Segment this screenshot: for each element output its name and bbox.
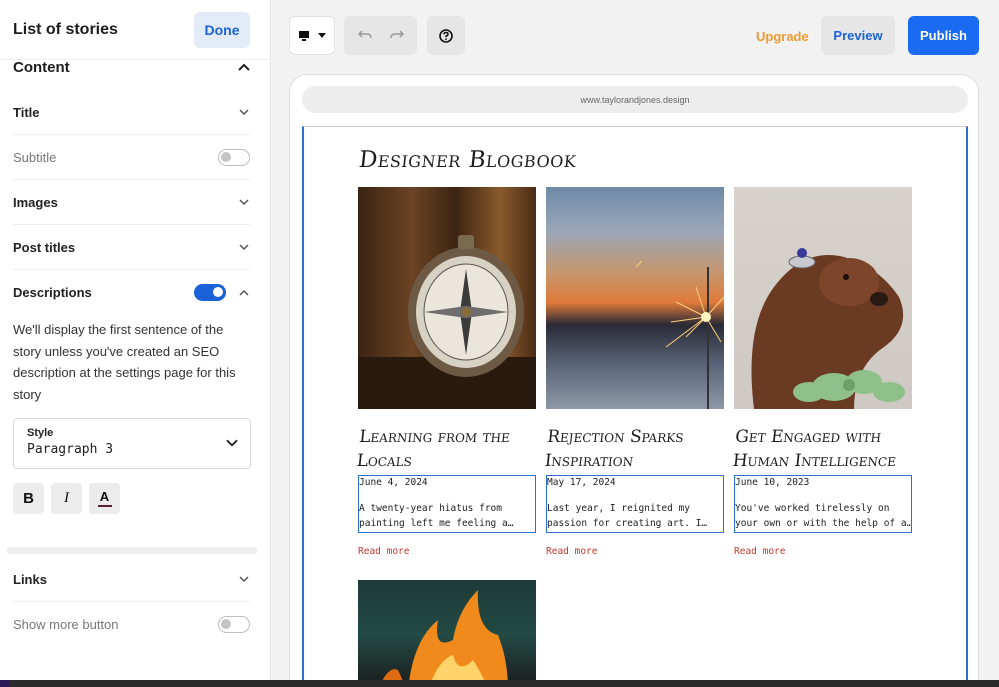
- title-row[interactable]: Title: [13, 90, 250, 135]
- post-title-line: Rejection Sparks: [546, 427, 685, 447]
- post-title-line: Locals: [355, 451, 413, 471]
- post-excerpt-line: Last year, I reignited my: [547, 503, 690, 514]
- italic-button[interactable]: I: [51, 483, 82, 514]
- caret-down-icon: [318, 32, 326, 38]
- subtitle-row-label: Subtitle: [13, 149, 57, 165]
- content-section-label: Content: [13, 58, 70, 76]
- story-card[interactable]: Get Engaged with Human Intelligence June…: [731, 187, 914, 557]
- fire-photo[interactable]: [358, 580, 536, 686]
- undo-icon[interactable]: [357, 27, 372, 45]
- post-title-line: Get Engaged with: [734, 427, 883, 447]
- text-color-swatch: [97, 504, 112, 507]
- links-row-label: Links: [13, 571, 47, 587]
- post-description[interactable]: May 17, 2024 Last year, I reignited my p…: [546, 475, 724, 533]
- subtitle-row: Subtitle: [13, 135, 250, 180]
- url-bar: www.taylorandjones.design: [302, 86, 968, 113]
- images-row-label: Images: [13, 194, 58, 210]
- story-card[interactable]: [358, 580, 536, 686]
- show-more-row: Show more button: [13, 602, 250, 647]
- publish-button[interactable]: Publish: [908, 16, 979, 55]
- chevron-down-icon: [226, 437, 238, 449]
- images-row[interactable]: Images: [13, 180, 250, 225]
- read-more-link[interactable]: Read more: [358, 546, 536, 557]
- section-divider: [7, 547, 257, 554]
- content-section-header[interactable]: Content: [13, 58, 250, 76]
- descriptions-row[interactable]: Descriptions: [13, 270, 250, 315]
- chevron-down-icon: [238, 241, 250, 253]
- chevron-down-icon: [238, 196, 250, 208]
- read-more-link[interactable]: Read more: [734, 546, 912, 557]
- post-title[interactable]: Rejection Sparks Inspiration: [543, 425, 726, 473]
- post-excerpt-line: You've worked tirelessly on: [735, 503, 890, 514]
- story-card[interactable]: Learning from the Locals June 4, 2024 A …: [355, 187, 538, 557]
- post-excerpt-line: A twenty-year hiatus from: [359, 503, 502, 514]
- help-icon: [439, 28, 453, 43]
- post-description[interactable]: June 10, 2023 You've worked tirelessly o…: [734, 475, 912, 533]
- chevron-up-icon: [238, 61, 250, 73]
- style-select-label: Style: [27, 427, 54, 439]
- links-row[interactable]: Links: [13, 557, 250, 602]
- post-excerpt-line: your own or with the help of a…: [735, 518, 911, 529]
- puppy-ring-photo[interactable]: [734, 187, 912, 409]
- post-title[interactable]: Learning from the Locals: [355, 425, 538, 473]
- editor-toolbar: Upgrade Preview Publish: [271, 0, 999, 74]
- post-title-line: Inspiration: [543, 451, 635, 471]
- sparkler-sunset-photo[interactable]: [546, 187, 724, 409]
- post-date: June 10, 2023: [735, 477, 810, 488]
- blog-title[interactable]: Designer Blogbook: [358, 147, 578, 173]
- text-format-toolbar: B I A: [13, 483, 270, 514]
- title-row-label: Title: [13, 104, 40, 120]
- done-button[interactable]: Done: [194, 11, 250, 48]
- post-titles-row-label: Post titles: [13, 239, 76, 255]
- post-title-line: Learning from the: [358, 427, 511, 447]
- text-color-icon: A: [99, 488, 110, 504]
- redo-icon[interactable]: [389, 27, 404, 45]
- desktop-icon: [299, 30, 326, 41]
- sidebar-title: List of stories: [13, 20, 118, 38]
- post-date: June 4, 2024: [359, 477, 428, 488]
- text-color-button[interactable]: A: [89, 483, 120, 514]
- chevron-up-icon[interactable]: [238, 287, 250, 299]
- italic-icon: I: [64, 490, 69, 506]
- bold-icon: B: [23, 490, 34, 507]
- post-title[interactable]: Get Engaged with Human Intelligence: [731, 425, 914, 473]
- subtitle-toggle[interactable]: [218, 148, 250, 166]
- stories-section[interactable]: Designer Blogbook Learning from the Loca…: [302, 126, 968, 686]
- story-card[interactable]: Rejection Sparks Inspiration May 17, 202…: [543, 187, 726, 557]
- show-more-toggle[interactable]: [218, 616, 250, 633]
- post-titles-row[interactable]: Post titles: [13, 225, 250, 270]
- chevron-down-icon: [238, 573, 250, 585]
- site-preview: www.taylorandjones.design Designer Blogb…: [289, 74, 979, 687]
- compass-photo[interactable]: [358, 187, 536, 409]
- undo-redo-group: [344, 16, 417, 55]
- settings-sidebar: List of stories Done Content Title Subti…: [0, 0, 271, 687]
- sidebar-header: List of stories Done: [0, 0, 270, 60]
- preview-button[interactable]: Preview: [821, 16, 895, 55]
- post-date: May 17, 2024: [547, 477, 616, 488]
- help-button[interactable]: [427, 16, 465, 55]
- descriptions-help-text: We'll display the first sentence of the …: [13, 322, 236, 402]
- read-more-link[interactable]: Read more: [546, 546, 724, 557]
- device-selector[interactable]: [289, 16, 335, 55]
- style-select-value: Paragraph 3: [27, 442, 114, 457]
- style-select[interactable]: Style Paragraph 3: [13, 418, 251, 469]
- post-title-line: Human Intelligence: [731, 451, 898, 471]
- post-description[interactable]: June 4, 2024 A twenty-year hiatus from p…: [358, 475, 536, 533]
- bold-button[interactable]: B: [13, 483, 44, 514]
- upgrade-link[interactable]: Upgrade: [756, 29, 809, 44]
- show-more-row-label: Show more button: [13, 617, 119, 632]
- chevron-down-icon: [238, 106, 250, 118]
- descriptions-row-label: Descriptions: [13, 285, 92, 300]
- post-excerpt-line: passion for creating art. I…: [547, 518, 708, 529]
- descriptions-toggle[interactable]: [194, 284, 226, 301]
- window-bottom-edge: [0, 680, 999, 687]
- post-excerpt-line: painting left me feeling a…: [359, 518, 514, 529]
